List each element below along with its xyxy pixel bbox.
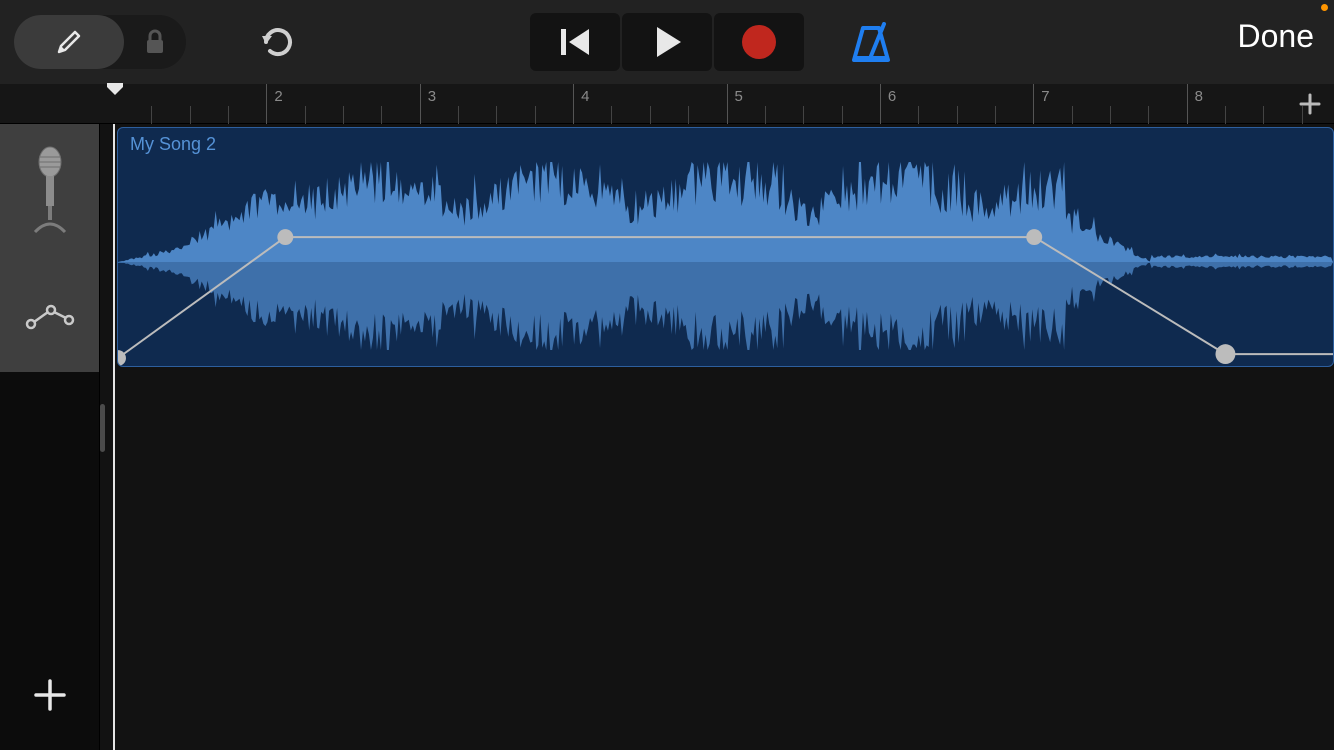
plus-icon: [33, 678, 67, 712]
timeline-ruler[interactable]: 2345678: [0, 84, 1334, 124]
record-icon: [739, 22, 779, 62]
track-area[interactable]: My Song 2: [100, 124, 1334, 750]
lock-icon: [143, 28, 167, 56]
undo-icon: [256, 22, 300, 62]
add-section-button[interactable]: [1290, 84, 1330, 124]
metronome-icon: [848, 22, 894, 66]
add-track-button[interactable]: [0, 640, 100, 750]
toolbar: Done: [0, 0, 1334, 84]
lock-button[interactable]: [124, 28, 186, 56]
playhead-line[interactable]: [113, 124, 115, 750]
metronome-button[interactable]: [848, 22, 894, 66]
garageband-editor: Done 2345678: [0, 0, 1334, 750]
automation-icon[interactable]: [25, 302, 75, 332]
recording-indicator-dot: [1321, 4, 1328, 11]
audio-region[interactable]: My Song 2: [117, 127, 1334, 367]
transport-controls: [529, 13, 805, 71]
plus-icon: [1299, 93, 1321, 115]
track-sidebar: [0, 124, 100, 750]
rewind-button[interactable]: [530, 13, 620, 71]
play-icon: [649, 23, 685, 61]
microphone-icon: [31, 146, 69, 236]
edit-mode-button[interactable]: [14, 15, 124, 69]
region-label: My Song 2: [130, 134, 216, 155]
play-button[interactable]: [622, 13, 712, 71]
edit-lock-toggle[interactable]: [14, 15, 186, 69]
waveform: [118, 158, 1333, 366]
record-button[interactable]: [714, 13, 804, 71]
scroll-indicator: [100, 404, 105, 452]
undo-button[interactable]: [256, 22, 300, 62]
playhead-marker[interactable]: [107, 83, 123, 95]
done-button[interactable]: Done: [1238, 18, 1315, 55]
rewind-icon: [555, 23, 595, 61]
pencil-icon: [53, 26, 85, 58]
track-header-audio[interactable]: [0, 124, 99, 372]
editor-body: My Song 2: [0, 124, 1334, 750]
